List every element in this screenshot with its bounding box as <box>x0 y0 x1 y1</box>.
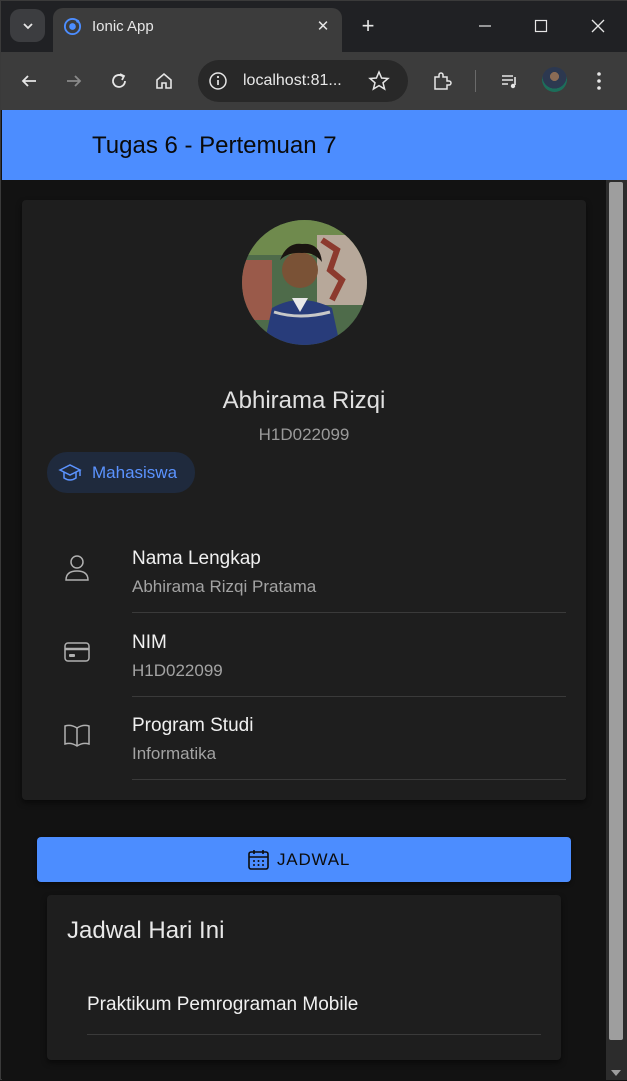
playlist-icon <box>502 75 516 89</box>
scrollbar-thumb[interactable] <box>609 182 623 1040</box>
detail-value: H1D022099 <box>132 661 223 680</box>
media-control-button[interactable] <box>497 68 523 94</box>
detail-value: Abhirama Rizqi Pratama <box>132 577 317 596</box>
scrollbar[interactable] <box>606 180 627 1080</box>
detail-item-nim: NIM H1D022099 <box>22 613 586 697</box>
toolbar-separator <box>475 70 476 92</box>
role-chip-label: Mahasiswa <box>92 463 178 482</box>
jadwal-button[interactable]: JADWAL <box>37 837 571 882</box>
chevron-down-icon <box>22 22 33 29</box>
tab-strip: Ionic App ✕ + <box>1 1 627 52</box>
detail-label: NIM <box>132 632 167 653</box>
schedule-card: Jadwal Hari Ini Praktikum Pemrograman Mo… <box>47 895 561 1060</box>
page-title: Tugas 6 - Pertemuan 7 <box>92 132 337 159</box>
tab-title: Ionic App <box>92 18 154 35</box>
person-icon <box>65 555 89 581</box>
url-text[interactable]: localhost:81... <box>243 72 342 90</box>
arrow-left-icon <box>21 75 36 87</box>
profile-avatar <box>242 220 367 345</box>
arrow-right-icon <box>67 75 82 87</box>
card-icon <box>64 642 90 662</box>
detail-label: Program Studi <box>132 715 254 736</box>
book-icon <box>64 724 90 747</box>
profile-nim: H1D022099 <box>258 425 350 444</box>
detail-item-program-studi: Program Studi Informatika <box>22 696 586 780</box>
divider <box>87 1034 541 1035</box>
scroll-down-arrow-icon[interactable] <box>611 1070 621 1076</box>
window-close-button[interactable] <box>583 13 613 39</box>
browser-toolbar: localhost:81... <box>1 52 627 110</box>
detail-label: Nama Lengkap <box>132 548 261 569</box>
ionic-logo-icon <box>63 17 82 36</box>
divider <box>132 779 566 780</box>
new-tab-button[interactable]: + <box>356 14 380 38</box>
tab-close-button[interactable]: ✕ <box>313 16 333 36</box>
graduation-cap-icon <box>58 464 82 481</box>
browser-menu-button[interactable] <box>586 68 612 94</box>
profile-name: Abhirama Rizqi <box>222 387 386 414</box>
reload-icon <box>112 73 126 88</box>
extensions-button[interactable] <box>429 68 455 94</box>
profile-card: Abhirama Rizqi H1D022099 Mahasiswa Nama … <box>22 200 586 800</box>
browser-window: Ionic App ✕ + localhost:81... Tugas 6 - … <box>0 0 627 1081</box>
schedule-card-title: Jadwal Hari Ini <box>67 917 225 944</box>
home-icon <box>156 72 172 89</box>
profile-photo-image <box>242 220 367 345</box>
address-bar[interactable]: localhost:81... <box>198 60 408 102</box>
more-vertical-icon <box>597 72 601 90</box>
app-header: Tugas 6 - Pertemuan 7 <box>2 110 627 180</box>
minimize-icon <box>479 25 491 27</box>
back-button[interactable] <box>16 68 42 94</box>
calendar-icon <box>248 850 269 870</box>
bookmark-star-icon[interactable] <box>368 70 390 92</box>
maximize-icon <box>534 19 548 33</box>
close-icon <box>591 19 605 33</box>
puzzle-icon <box>434 72 452 90</box>
maximize-button[interactable] <box>526 13 556 39</box>
reload-button[interactable] <box>106 68 132 94</box>
forward-button[interactable] <box>61 68 87 94</box>
role-chip[interactable]: Mahasiswa <box>47 452 195 493</box>
info-icon[interactable] <box>208 71 228 91</box>
detail-item-nama-lengkap: Nama Lengkap Abhirama Rizqi Pratama <box>22 529 586 613</box>
tab-search-button[interactable] <box>10 9 45 42</box>
detail-value: Informatika <box>132 744 217 763</box>
browser-profile-avatar[interactable] <box>542 67 567 92</box>
minimize-button[interactable] <box>470 13 500 39</box>
browser-tab[interactable]: Ionic App ✕ <box>53 8 342 52</box>
home-button[interactable] <box>151 68 177 94</box>
schedule-list-item[interactable]: Praktikum Pemrograman Mobile <box>87 994 358 1016</box>
app-content: Abhirama Rizqi H1D022099 Mahasiswa Nama … <box>2 180 606 1081</box>
jadwal-button-label: JADWAL <box>277 850 351 869</box>
